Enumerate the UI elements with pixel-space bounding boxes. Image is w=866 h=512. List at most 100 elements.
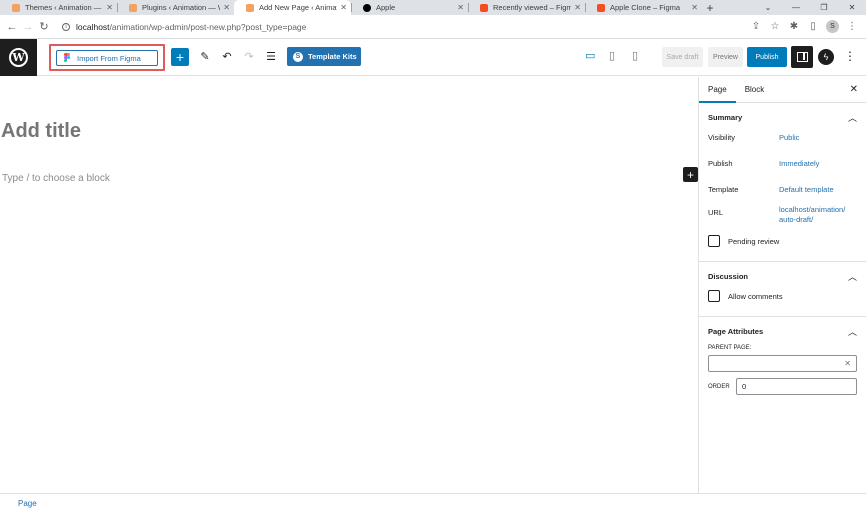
discussion-panel-toggle[interactable]: Discussion ︿ (699, 262, 866, 290)
browser-tab[interactable]: Recently viewed – Figma ✕ (468, 0, 585, 15)
close-sidebar-icon[interactable]: ✕ (850, 84, 858, 95)
browser-tab[interactable]: Apple ✕ (351, 0, 468, 15)
breadcrumb[interactable]: Page (18, 499, 37, 508)
parent-page-select[interactable]: ✕ (708, 355, 857, 372)
tab-title: Plugins ‹ Animation — W (142, 3, 221, 12)
close-window-icon[interactable]: ✕ (838, 0, 866, 15)
restore-icon[interactable]: ❐ (810, 0, 838, 15)
figma-logo-icon (64, 53, 70, 63)
publish-value[interactable]: Immediately (779, 159, 819, 168)
import-from-figma-label: Import From Figma (77, 53, 141, 63)
url-input[interactable]: i localhost/animation/wp-admin/post-new.… (56, 18, 746, 35)
chevron-down-icon[interactable]: ⌄ (754, 0, 782, 15)
forward-arrow-icon[interactable]: → (20, 21, 36, 33)
wordpress-favicon-icon (246, 3, 254, 12)
pencil-tools-icon[interactable]: ✎ (198, 49, 212, 65)
block-placeholder[interactable]: Type / to choose a block (2, 173, 110, 184)
document-overview-icon[interactable]: ☰ (264, 49, 278, 65)
save-draft-button[interactable]: Save draft (662, 47, 703, 67)
new-tab-button[interactable]: + (702, 0, 718, 15)
figma-favicon-icon (597, 3, 605, 12)
close-tab-icon[interactable]: ✕ (574, 3, 581, 12)
wordpress-favicon-icon (129, 3, 137, 12)
pending-review-label: Pending review (728, 236, 780, 246)
share-icon[interactable]: ⇪ (750, 21, 762, 32)
close-tab-icon[interactable]: ✕ (106, 3, 113, 12)
browser-tab[interactable]: Plugins ‹ Animation — W ✕ (117, 0, 234, 15)
editor-canvas[interactable]: Add title Type / to choose a block + (0, 77, 698, 493)
site-info-icon[interactable]: i (62, 22, 70, 31)
pending-review-checkbox[interactable] (708, 235, 720, 247)
template-row: Template Default template (699, 185, 866, 194)
undo-icon[interactable]: ↶ (220, 49, 234, 65)
close-tab-icon[interactable]: ✕ (691, 3, 698, 12)
wordpress-favicon-icon (12, 3, 20, 12)
post-title-input[interactable]: Add title (1, 120, 81, 143)
url-value[interactable]: localhost/animation/ auto-draft/ (779, 205, 845, 225)
preview-button[interactable]: Preview (708, 47, 743, 67)
template-kits-label: Template Kits (308, 52, 357, 61)
pending-review-checkbox-row[interactable]: Pending review (699, 235, 866, 247)
tab-page[interactable]: Page (699, 77, 736, 103)
minimize-icon[interactable]: — (782, 0, 810, 15)
reload-icon[interactable]: ↻ (36, 20, 52, 33)
bookmark-star-icon[interactable]: ☆ (769, 21, 781, 32)
browser-tab-active[interactable]: Add New Page ‹ Animat ✕ (234, 0, 351, 15)
visibility-label: Visibility (708, 133, 735, 142)
settings-toggle-button[interactable] (791, 46, 813, 68)
close-tab-icon[interactable]: ✕ (457, 3, 464, 12)
tab-title: Themes ‹ Animation — W (25, 3, 104, 12)
page-attributes-panel-toggle[interactable]: Page Attributes ︿ (699, 317, 866, 345)
tab-title: Add New Page ‹ Animat (259, 3, 338, 12)
browser-menu-icon[interactable]: ⋮ (846, 21, 858, 32)
desktop-preview-icon[interactable]: ▭ (585, 49, 595, 62)
clear-icon[interactable]: ✕ (844, 359, 851, 368)
sidebar-tabs: Page Block ✕ (699, 77, 866, 103)
browser-address-bar: ← → ↻ i localhost/animation/wp-admin/pos… (0, 15, 866, 39)
bolt-plugin-icon[interactable]: ϟ (818, 49, 834, 65)
publish-row: Publish Immediately (699, 159, 866, 168)
summary-panel-toggle[interactable]: Summary ︿ (699, 103, 866, 131)
browser-tab[interactable]: Themes ‹ Animation — W ✕ (0, 0, 117, 15)
order-row: ORDER 0 (699, 378, 866, 395)
template-kits-icon: S (293, 51, 303, 62)
inline-block-inserter-button[interactable]: + (683, 167, 698, 182)
visibility-value[interactable]: Public (779, 133, 799, 142)
tab-block[interactable]: Block (736, 77, 774, 103)
url-row: URL localhost/animation/ auto-draft/ (699, 205, 866, 225)
mobile-preview-icon[interactable]: ▯ (632, 49, 638, 62)
browser-tab[interactable]: Apple Clone – Figma ✕ (585, 0, 702, 15)
tab-title: Apple (376, 3, 396, 12)
close-tab-icon[interactable]: ✕ (340, 3, 347, 12)
summary-heading: Summary (708, 112, 743, 122)
tablet-preview-icon[interactable]: ▯ (609, 49, 615, 62)
import-from-figma-button[interactable]: Import From Figma (56, 50, 158, 66)
more-options-icon[interactable]: ⋮ (844, 49, 856, 63)
settings-sidebar: Page Block ✕ Summary ︿ Visibility Public… (698, 77, 866, 493)
redo-icon[interactable]: ↷ (242, 49, 256, 65)
editor-footer: Page (0, 493, 866, 512)
allow-comments-checkbox[interactable] (708, 290, 720, 302)
template-value[interactable]: Default template (779, 185, 834, 194)
discussion-heading: Discussion (708, 271, 749, 281)
template-label: Template (708, 185, 739, 194)
block-inserter-button[interactable]: + (171, 48, 189, 66)
wordpress-logo-button[interactable]: W (0, 38, 37, 76)
side-panel-icon[interactable]: ▯ (807, 21, 819, 32)
chevron-up-icon: ︿ (847, 326, 857, 337)
profile-avatar[interactable]: S (826, 20, 839, 33)
extensions-icon[interactable]: ✱ (788, 21, 800, 32)
browser-tab-strip: Themes ‹ Animation — W ✕ Plugins ‹ Anima… (0, 0, 866, 15)
url-label: URL (708, 208, 724, 217)
order-input[interactable]: 0 (736, 378, 857, 395)
url-path: /animation/wp-admin/post-new.php?post_ty… (109, 21, 307, 32)
url-value-line1: localhost/animation/ (779, 205, 846, 214)
sidebar-settings-icon (796, 52, 808, 62)
publish-button[interactable]: Publish (747, 47, 787, 67)
url-value-line2: auto-draft/ (779, 215, 814, 224)
template-kits-button[interactable]: S Template Kits (287, 47, 361, 66)
window-controls: ⌄ — ❐ ✕ (754, 0, 866, 15)
allow-comments-checkbox-row[interactable]: Allow comments (699, 290, 866, 302)
close-tab-icon[interactable]: ✕ (223, 3, 230, 12)
back-arrow-icon[interactable]: ← (4, 21, 20, 33)
